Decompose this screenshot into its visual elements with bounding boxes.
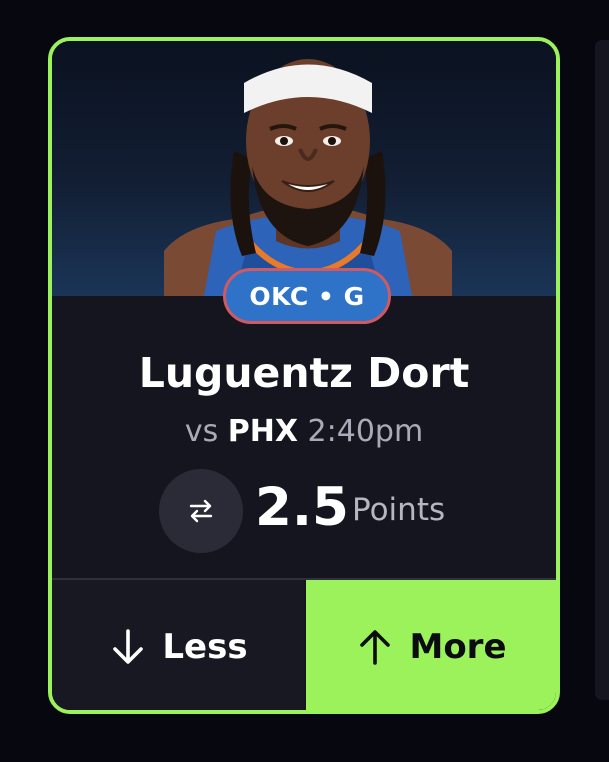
projection-line-value: 2.5 bbox=[255, 477, 349, 538]
adjacent-card-edge[interactable] bbox=[595, 40, 609, 700]
arrow-up-icon bbox=[360, 630, 391, 665]
player-name: Luguentz Dort bbox=[138, 349, 470, 397]
stat-type-label: Points bbox=[352, 492, 446, 528]
game-time: 2:40pm bbox=[307, 414, 424, 449]
less-button[interactable]: Less bbox=[52, 580, 304, 710]
more-button[interactable]: More bbox=[306, 580, 556, 710]
arrow-down-icon bbox=[113, 629, 144, 664]
player-headshot-image bbox=[164, 59, 452, 296]
more-button-label: More bbox=[409, 627, 507, 667]
game-matchup: vs PHX 2:40pm bbox=[52, 414, 556, 449]
player-prop-card[interactable]: OKC • G Luguentz Dort vs PHX 2:40pm 2.5 … bbox=[48, 37, 560, 714]
less-button-label: Less bbox=[162, 627, 248, 667]
swap-line-button[interactable] bbox=[159, 469, 243, 553]
player-photo-area bbox=[52, 41, 556, 296]
team-position-badge: OKC • G bbox=[223, 268, 391, 324]
opponent-team: PHX bbox=[227, 414, 298, 449]
swap-arrows-icon bbox=[189, 499, 213, 523]
matchup-prefix: vs bbox=[184, 414, 219, 449]
page: OKC • G Luguentz Dort vs PHX 2:40pm 2.5 … bbox=[0, 0, 609, 762]
